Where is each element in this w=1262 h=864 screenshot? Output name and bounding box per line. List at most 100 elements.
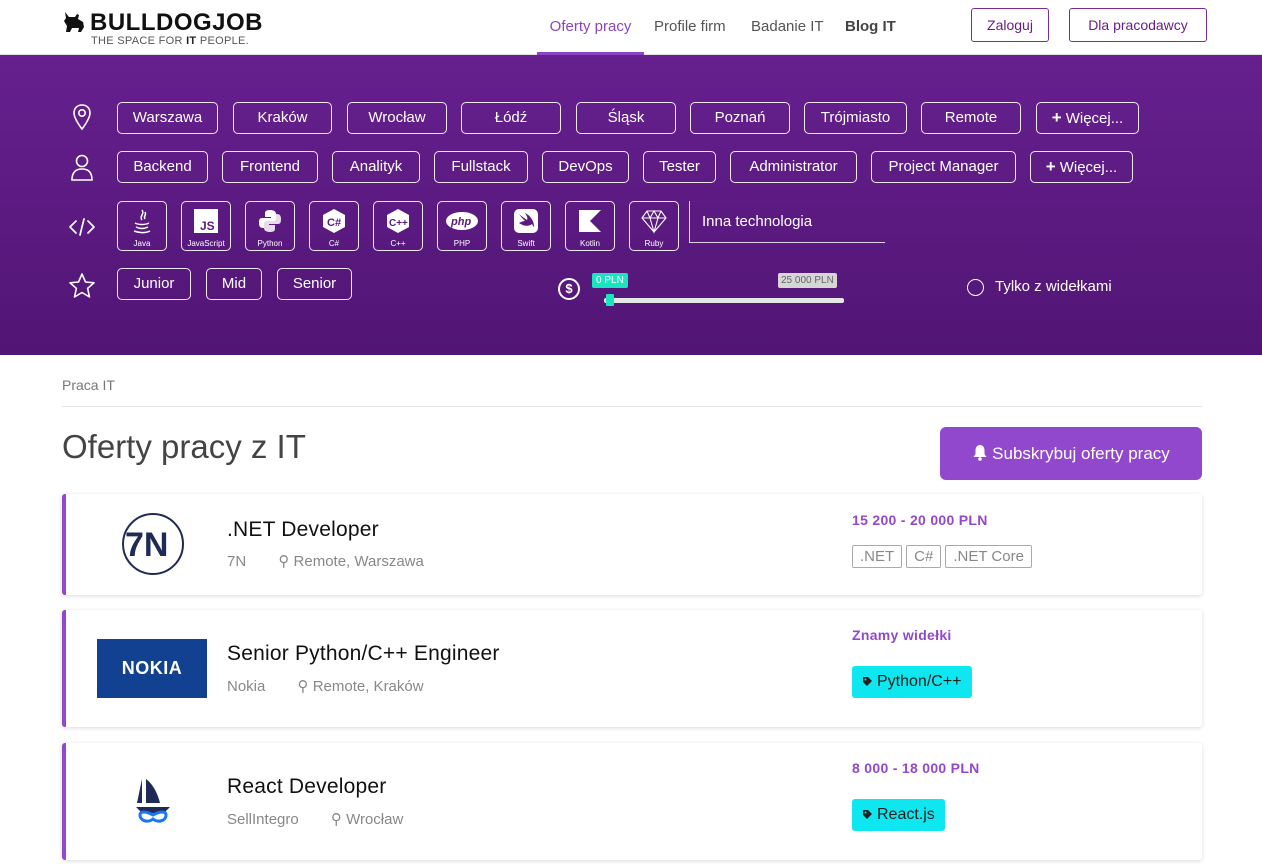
job-tag[interactable]: C# — [906, 545, 942, 568]
cities-more-button[interactable]: + Więcej... — [1036, 102, 1139, 134]
top-header: BULLDOGJOB THE SPACE FOR IT PEOPLE. Ofer… — [0, 0, 1262, 55]
tech-kotlin[interactable]: Kotlin — [565, 201, 615, 251]
location-pin-icon — [73, 104, 91, 131]
level-chip-senior[interactable]: Senior — [277, 268, 352, 300]
city-chip-krakow[interactable]: Kraków — [233, 102, 332, 134]
job-meta: Nokia ⚲ Remote, Kraków — [227, 677, 424, 695]
tech-csharp[interactable]: C# C# — [309, 201, 359, 251]
salary-min-label: 0 PLN — [592, 273, 628, 288]
kotlin-icon — [579, 210, 601, 232]
level-chip-junior[interactable]: Junior — [117, 268, 191, 300]
tech-python[interactable]: Python — [245, 201, 295, 251]
job-tag[interactable]: .NET Core — [945, 545, 1032, 568]
role-chip-backend[interactable]: Backend — [117, 151, 208, 183]
salary-only-checkbox[interactable] — [967, 279, 984, 296]
salary-slider-track[interactable] — [604, 298, 844, 303]
location-pin-icon: ⚲ — [330, 811, 342, 828]
tech-cpp[interactable]: C++ C++ — [373, 201, 423, 251]
city-chip-warszawa[interactable]: Warszawa — [117, 102, 218, 134]
city-chip-wroclaw[interactable]: Wrocław — [347, 102, 447, 134]
role-chip-project-manager[interactable]: Project Manager — [871, 151, 1016, 183]
svg-text:C#: C# — [327, 217, 341, 229]
nav-badanie-it[interactable]: Badanie IT — [751, 0, 824, 55]
logo[interactable]: BULLDOGJOB THE SPACE FOR IT PEOPLE. — [62, 9, 282, 49]
job-salary: 15 200 - 20 000 PLN — [852, 512, 988, 528]
job-card[interactable]: NOKIA Senior Python/C++ Engineer Nokia ⚲… — [62, 610, 1202, 727]
tech-php[interactable]: php PHP — [437, 201, 487, 251]
job-meta: SellIntegro ⚲ Wrocław — [227, 810, 403, 828]
python-icon — [259, 210, 281, 232]
job-title[interactable]: React Developer — [227, 775, 386, 799]
city-chip-poznan[interactable]: Poznań — [690, 102, 790, 134]
filter-panel: Warszawa Kraków Wrocław Łódź Śląsk Pozna… — [0, 55, 1262, 355]
svg-text:C++: C++ — [389, 218, 408, 229]
salary-max-label: 25 000 PLN — [778, 273, 837, 288]
company-name: Nokia — [227, 678, 266, 695]
city-chip-remote[interactable]: Remote — [921, 102, 1021, 134]
divider — [62, 406, 1202, 407]
job-location: Wrocław — [346, 811, 404, 828]
nav-blog-it[interactable]: Blog IT — [845, 0, 896, 55]
tech-javascript[interactable]: JS JavaScript — [181, 201, 231, 251]
role-chip-analityk[interactable]: Analityk — [332, 151, 420, 183]
php-icon: php — [446, 212, 478, 230]
logo-wordmark: BULLDOGJOB — [90, 9, 263, 36]
job-meta: 7N ⚲ Remote, Warszawa — [227, 552, 424, 570]
role-chip-administrator[interactable]: Administrator — [730, 151, 857, 183]
cpp-icon: C++ — [387, 209, 409, 233]
city-chip-slask[interactable]: Śląsk — [576, 102, 676, 134]
company-name: 7N — [227, 553, 247, 570]
subscribe-button[interactable]: Subskrybuj oferty pracy — [940, 427, 1202, 480]
job-tag[interactable]: .NET — [852, 545, 903, 568]
tech-java[interactable]: Java — [117, 201, 167, 251]
job-card[interactable]: React Developer SellIntegro ⚲ Wrocław 8 … — [62, 743, 1202, 860]
user-icon — [71, 154, 93, 181]
job-title[interactable]: Senior Python/C++ Engineer — [227, 642, 500, 666]
company-logo-nokia: NOKIA — [97, 639, 207, 698]
salary-only-label[interactable]: Tylko z widełkami — [995, 278, 1112, 295]
star-icon — [69, 273, 95, 298]
job-tags: .NET C# .NET Core — [852, 545, 1036, 568]
city-chip-trojmiasto[interactable]: Trójmiasto — [804, 102, 907, 134]
other-technology-input[interactable]: Inna technologia — [689, 201, 885, 243]
tag-icon — [863, 810, 872, 819]
nav-profile-firm[interactable]: Profile firm — [654, 0, 726, 55]
bell-icon — [973, 445, 987, 461]
role-chip-fullstack[interactable]: Fullstack — [434, 151, 528, 183]
role-chip-tester[interactable]: Tester — [643, 151, 716, 183]
ruby-icon — [641, 209, 667, 234]
job-title[interactable]: .NET Developer — [227, 518, 379, 542]
company-name: SellIntegro — [227, 811, 299, 828]
tag-icon — [863, 677, 872, 686]
company-logo-sellintegro — [136, 779, 170, 823]
job-highlight-tag[interactable]: React.js — [852, 799, 945, 831]
svg-text:JS: JS — [200, 219, 215, 233]
job-location: Remote, Warszawa — [293, 553, 424, 570]
location-pin-icon: ⚲ — [297, 678, 309, 695]
salary-slider-handle[interactable] — [606, 294, 614, 306]
bulldog-icon — [64, 12, 84, 32]
location-pin-icon: ⚲ — [278, 553, 290, 570]
tech-ruby[interactable]: Ruby — [629, 201, 679, 251]
code-icon — [69, 218, 95, 236]
job-salary: Znamy widełki — [852, 627, 952, 643]
login-button[interactable]: Zaloguj — [971, 8, 1049, 42]
csharp-icon: C# — [323, 209, 345, 233]
java-icon — [133, 209, 151, 234]
roles-more-button[interactable]: + Więcej... — [1030, 151, 1133, 183]
plus-icon: + — [1051, 108, 1062, 127]
city-chip-lodz[interactable]: Łódź — [461, 102, 561, 134]
page-title: Oferty pracy z IT — [62, 428, 306, 465]
job-card[interactable]: 7N .NET Developer 7N ⚲ Remote, Warszawa … — [62, 494, 1202, 595]
breadcrumb[interactable]: Praca IT — [62, 377, 115, 393]
svg-text:php: php — [450, 216, 471, 228]
logo-tagline: THE SPACE FOR IT PEOPLE. — [91, 35, 250, 47]
role-chip-devops[interactable]: DevOps — [542, 151, 629, 183]
tech-swift[interactable]: Swift — [501, 201, 551, 251]
job-salary: 8 000 - 18 000 PLN — [852, 760, 980, 776]
nav-oferty-pracy[interactable]: Oferty pracy — [537, 0, 644, 55]
employer-button[interactable]: Dla pracodawcy — [1069, 8, 1207, 42]
level-chip-mid[interactable]: Mid — [206, 268, 262, 300]
job-highlight-tag[interactable]: Python/C++ — [852, 666, 972, 698]
role-chip-frontend[interactable]: Frontend — [222, 151, 318, 183]
